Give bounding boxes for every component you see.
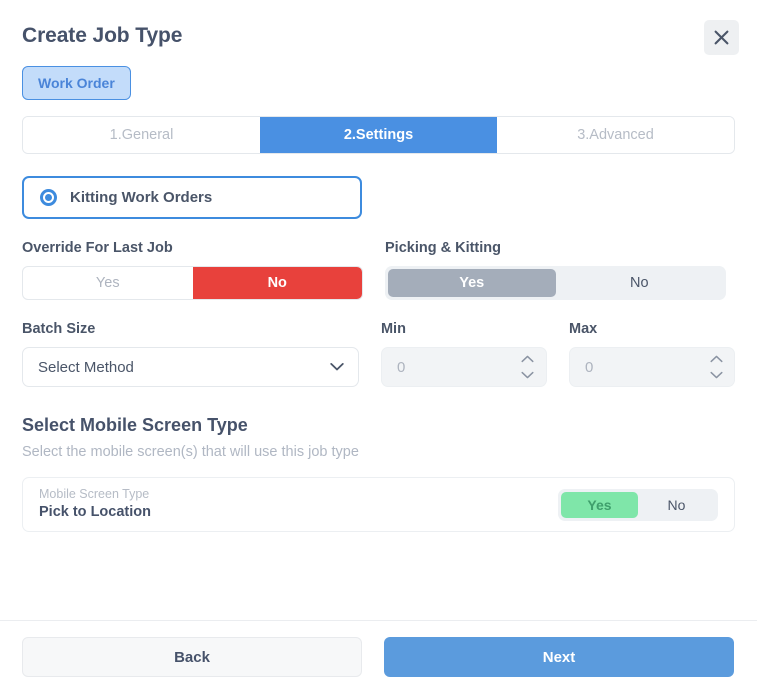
max-input[interactable]: 0: [568, 347, 735, 387]
batch-size-label: Batch Size: [22, 321, 96, 337]
modal-footer: Back Next: [0, 620, 757, 697]
modal-body: Kitting Work Orders Override For Last Jo…: [0, 154, 757, 620]
step-tabs: 1.General 2.Settings 3.Advanced: [22, 116, 735, 154]
override-no-option[interactable]: No: [192, 267, 362, 299]
picking-no-option[interactable]: No: [556, 269, 724, 297]
next-button[interactable]: Next: [384, 637, 734, 677]
override-yes-option[interactable]: Yes: [23, 267, 193, 299]
mobile-screen-toggle: Yes No: [558, 488, 718, 521]
close-button[interactable]: [704, 20, 739, 55]
picking-yes-option[interactable]: Yes: [388, 269, 556, 297]
kitting-work-orders-label: Kitting Work Orders: [70, 189, 213, 206]
override-for-last-job-label: Override For Last Job: [22, 240, 173, 256]
max-field: Max 0: [568, 321, 735, 387]
chevron-up-icon[interactable]: [709, 354, 723, 365]
batch-size-row: Batch Size Select Method Min 0 Max 0: [22, 321, 735, 387]
page-title: Create Job Type: [22, 24, 183, 47]
job-type-badge-row: Work Order: [0, 50, 757, 100]
kitting-work-orders-radio[interactable]: Kitting Work Orders: [22, 176, 362, 219]
max-label: Max: [568, 321, 598, 337]
chevron-down-icon[interactable]: [521, 370, 535, 381]
tab-settings[interactable]: 2.Settings: [260, 117, 497, 153]
chevron-down-icon: [330, 363, 344, 372]
mobile-screen-section-subtitle: Select the mobile screen(s) that will us…: [22, 444, 359, 460]
close-icon: [714, 30, 729, 45]
mobile-screen-type-name: Pick to Location: [39, 504, 151, 520]
max-value: 0: [584, 358, 594, 376]
chevron-down-icon[interactable]: [709, 370, 723, 381]
back-button[interactable]: Back: [22, 637, 362, 677]
min-label: Min: [380, 321, 406, 337]
picking-and-kitting-field: Picking & Kitting Yes No: [385, 240, 726, 300]
picking-and-kitting-toggle: Yes No: [385, 266, 726, 300]
tab-general[interactable]: 1.General: [23, 117, 260, 153]
mobile-screen-type-caption: Mobile Screen Type: [39, 487, 150, 501]
mobile-screen-yes-option[interactable]: Yes: [561, 491, 638, 518]
mobile-screen-section: Select Mobile Screen Type Select the mob…: [22, 413, 735, 462]
work-order-badge[interactable]: Work Order: [22, 66, 131, 100]
mobile-screen-section-title: Select Mobile Screen Type: [22, 415, 248, 435]
min-stepper: [515, 348, 541, 386]
batch-size-select[interactable]: Select Method: [22, 347, 359, 387]
mobile-screen-row: Mobile Screen Type Pick to Location Yes …: [22, 477, 735, 532]
min-input[interactable]: 0: [380, 347, 547, 387]
batch-size-field: Batch Size Select Method: [22, 321, 359, 387]
min-field: Min 0: [380, 321, 547, 387]
modal-header: Create Job Type: [0, 0, 757, 55]
radio-selected-icon: [40, 189, 57, 206]
picking-and-kitting-label: Picking & Kitting: [385, 240, 501, 256]
toggle-grid: Override For Last Job Yes No Picking & K…: [22, 240, 735, 300]
mobile-screen-no-option[interactable]: No: [638, 492, 715, 518]
tab-advanced[interactable]: 3.Advanced: [497, 117, 734, 153]
mobile-screen-row-texts: Mobile Screen Type Pick to Location: [39, 487, 151, 522]
batch-size-selected-value: Select Method: [38, 358, 134, 376]
min-value: 0: [396, 358, 406, 376]
override-for-last-job-field: Override For Last Job Yes No: [22, 240, 363, 300]
create-job-type-modal: Create Job Type Work Order 1.General 2.S…: [0, 0, 757, 697]
override-for-last-job-toggle: Yes No: [22, 266, 363, 300]
max-stepper: [703, 348, 729, 386]
chevron-up-icon[interactable]: [521, 354, 535, 365]
